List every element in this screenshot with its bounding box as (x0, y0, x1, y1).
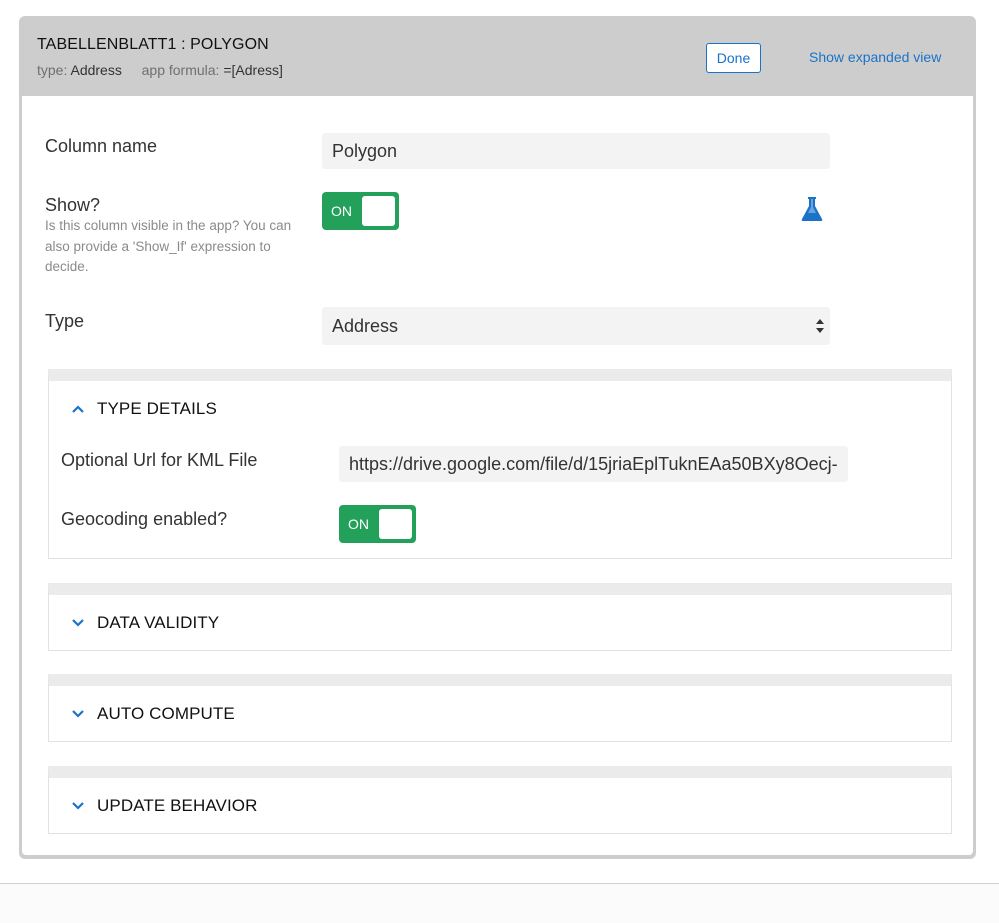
chevron-down-icon (72, 710, 84, 718)
data-validity-section: DATA VALIDITY (48, 583, 952, 651)
toggle-knob (379, 509, 412, 539)
column-name-label: Column name (45, 136, 158, 156)
kml-url-label: Optional Url for KML File (61, 450, 258, 470)
geocoding-toggle[interactable]: ON (339, 505, 416, 543)
type-details-section: TYPE DETAILS Optional Url for KML File h… (48, 369, 952, 559)
auto-compute-header[interactable]: AUTO COMPUTE (49, 686, 951, 742)
formula-value: =[Adress] (223, 62, 283, 78)
formula-label: app formula: (141, 62, 220, 78)
auto-compute-section: AUTO COMPUTE (48, 674, 952, 742)
geocoding-label: Geocoding enabled? (61, 509, 228, 529)
update-behavior-header[interactable]: UPDATE BEHAVIOR (49, 778, 951, 834)
type-value: Address (70, 62, 122, 78)
show-help-text: Is this column visible in the app? You c… (45, 218, 292, 274)
chevron-up-icon (72, 405, 84, 413)
chevron-down-icon (72, 619, 84, 627)
show-expanded-view-link[interactable]: Show expanded view (809, 49, 941, 65)
chevron-down-icon (72, 802, 84, 810)
data-validity-title: DATA VALIDITY (97, 613, 220, 632)
type-select[interactable]: Address (322, 307, 830, 345)
done-button[interactable]: Done (706, 43, 761, 73)
update-behavior-title: UPDATE BEHAVIOR (97, 796, 258, 815)
column-editor-panel: TABELLENBLATT1 : POLYGON type: Address a… (19, 16, 976, 859)
geocoding-toggle-label: ON (348, 516, 369, 532)
page: TABELLENBLATT1 : POLYGON type: Address a… (0, 0, 999, 923)
panel-header: TABELLENBLATT1 : POLYGON type: Address a… (19, 16, 976, 96)
column-name-input[interactable]: Polygon (322, 133, 830, 169)
kml-url-input[interactable]: https://drive.google.com/file/d/15jriaEp… (339, 446, 848, 482)
type-select-value: Address (332, 315, 399, 336)
panel-body: Column name Polygon Show? Is this column… (22, 96, 973, 855)
type-details-header[interactable]: TYPE DETAILS (49, 381, 951, 437)
show-toggle-label: ON (331, 203, 352, 219)
select-updown-icon (816, 319, 824, 333)
flask-icon[interactable] (801, 196, 823, 222)
type-label: type: (37, 62, 68, 78)
footer-area (0, 884, 999, 923)
panel-title: TABELLENBLATT1 : POLYGON (37, 36, 269, 53)
panel-subtitle: type: Address app formula: =[Adress] (37, 62, 283, 78)
show-toggle[interactable]: ON (322, 192, 399, 230)
data-validity-header[interactable]: DATA VALIDITY (49, 595, 951, 651)
auto-compute-title: AUTO COMPUTE (97, 704, 235, 723)
type-details-title: TYPE DETAILS (97, 399, 217, 418)
update-behavior-section: UPDATE BEHAVIOR (48, 766, 952, 834)
toggle-knob (362, 196, 395, 226)
type-label: Type (45, 311, 85, 331)
show-label: Show? (45, 195, 101, 215)
